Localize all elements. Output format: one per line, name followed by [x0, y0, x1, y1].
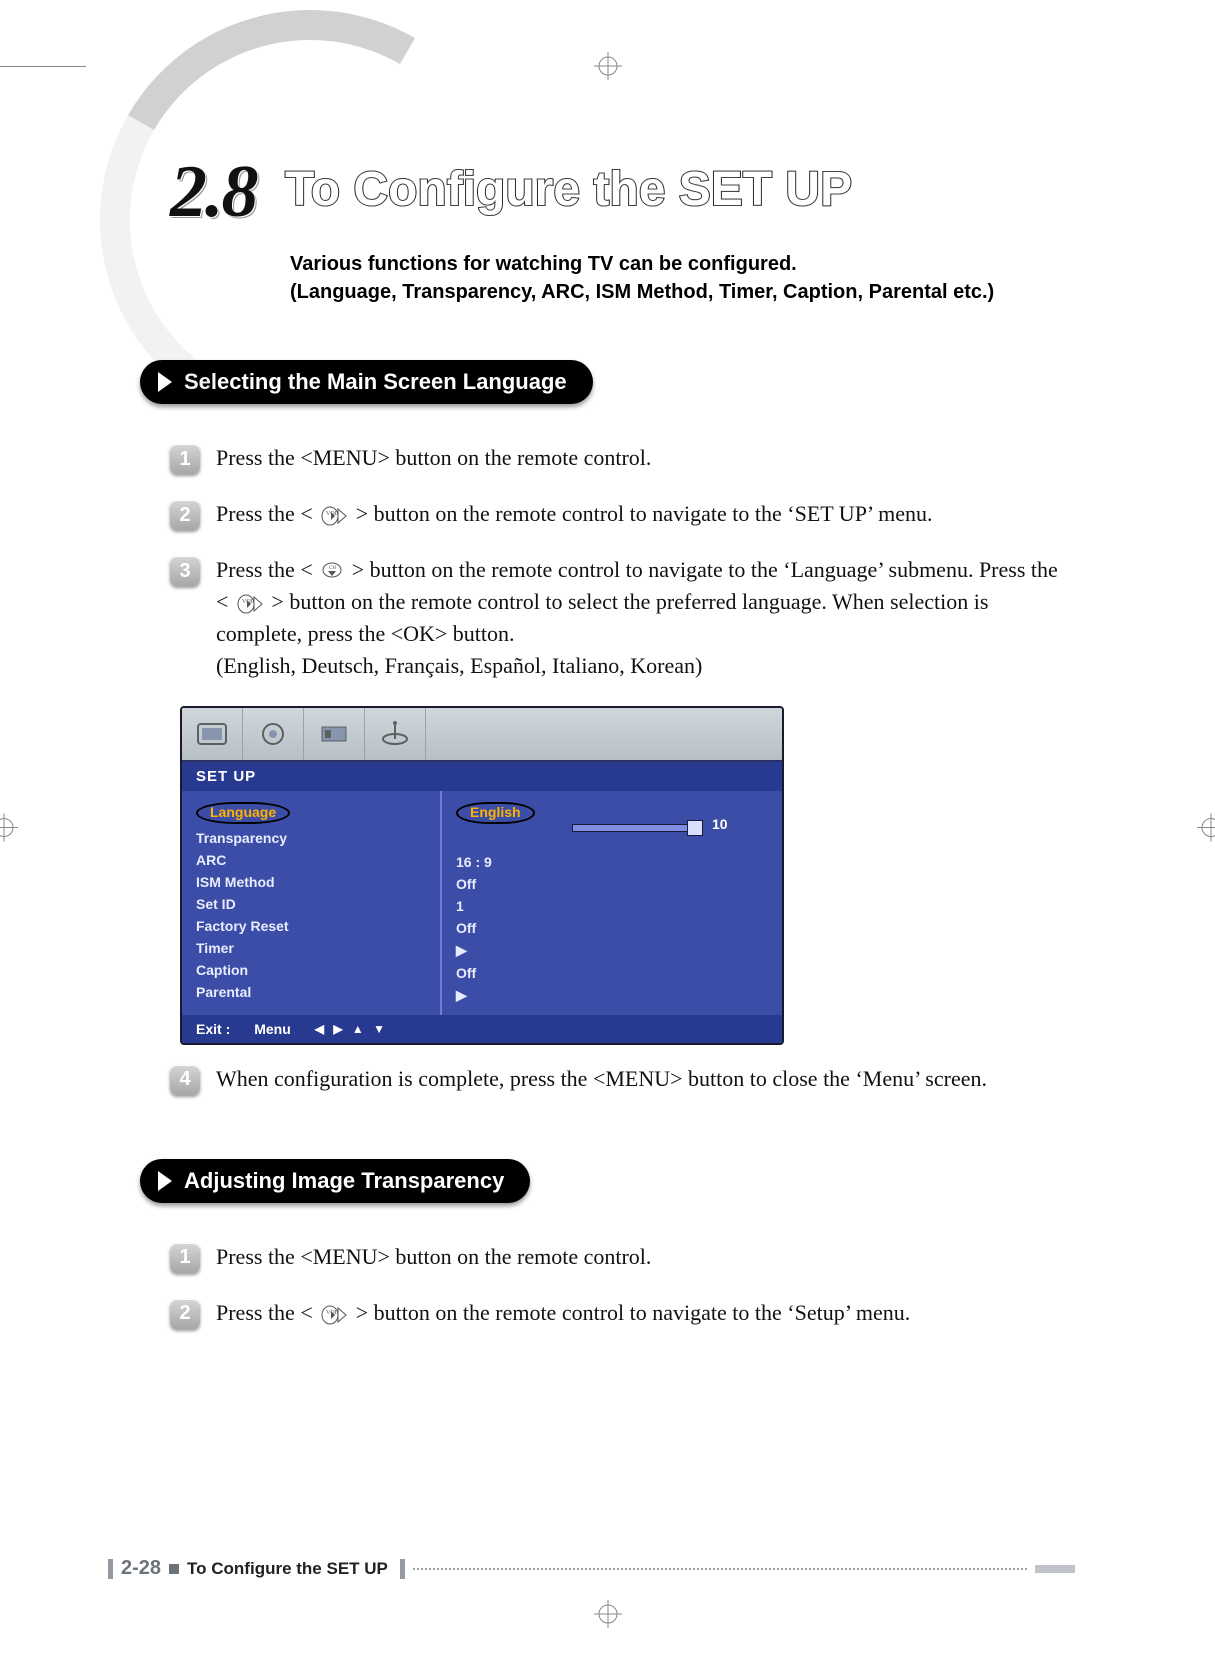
- step-badge: 4: [170, 1065, 200, 1095]
- osd-value-factory-reset: Off: [456, 917, 768, 939]
- osd-screenshot: SET UP Language Transparency ARC ISM Met…: [180, 706, 1075, 1045]
- osd-menu-label: Menu: [254, 1021, 291, 1037]
- step-badge: 1: [170, 444, 200, 474]
- section-intro: Various functions for watching TV can be…: [290, 250, 994, 306]
- footer-end-block: [1035, 1565, 1075, 1573]
- osd-value-arc: 16 : 9: [456, 851, 768, 873]
- crop-target-top: [594, 52, 622, 85]
- triangle-right-icon: [158, 1171, 172, 1191]
- osd-value-timer: ▶: [456, 939, 768, 962]
- section-title: To Configure the SET UP: [285, 162, 852, 217]
- step-text: Press the < VOL > button on the remote c…: [216, 1297, 1075, 1329]
- step-4: 4 When configuration is complete, press …: [170, 1063, 1075, 1095]
- osd-item-setid: Set ID: [196, 893, 426, 915]
- osd-tab-picture-icon: [182, 708, 243, 760]
- osd-item-arc: ARC: [196, 849, 426, 871]
- step-badge: 2: [170, 1299, 200, 1329]
- step-text: Press the <MENU> button on the remote co…: [216, 1241, 1075, 1273]
- step-2: 2 Press the < VOL > button on the remote…: [170, 498, 1075, 530]
- step-b1: 1 Press the <MENU> button on the remote …: [170, 1241, 1075, 1273]
- step-text: Press the < CH > button on the remote co…: [216, 554, 1075, 682]
- osd-item-language: Language: [196, 802, 290, 824]
- subhead-adjusting-transparency: Adjusting Image Transparency: [140, 1159, 530, 1203]
- intro-line-1: Various functions for watching TV can be…: [290, 250, 994, 278]
- step-text: Press the <MENU> button on the remote co…: [216, 442, 1075, 474]
- osd-title: SET UP: [182, 762, 782, 791]
- osd-menu-labels: Language Transparency ARC ISM Method Set…: [182, 791, 440, 1015]
- step-1: 1 Press the <MENU> button on the remote …: [170, 442, 1075, 474]
- footer-label: To Configure the SET UP: [187, 1559, 388, 1579]
- osd-tab-setup-icon: [304, 708, 365, 760]
- page-number: 2-28: [121, 1557, 161, 1580]
- crop-rule-left: [0, 66, 86, 67]
- osd-item-factory-reset: Factory Reset: [196, 915, 426, 937]
- osd-value-language: English: [456, 802, 535, 824]
- osd-value-parental: ▶: [456, 984, 768, 1007]
- osd-exit-label: Exit :: [196, 1021, 230, 1037]
- svg-text:CH: CH: [329, 566, 336, 571]
- step-3: 3 Press the < CH > button on the remote …: [170, 554, 1075, 682]
- crop-target-right: [1197, 814, 1215, 847]
- osd-value-transparency: 10: [712, 816, 728, 832]
- footer-dotted-rule: [413, 1567, 1027, 1570]
- step-text: Press the < VOL > button on the remote c…: [216, 498, 1075, 530]
- osd-item-caption: Caption: [196, 959, 426, 981]
- osd-value-transparency-row: 10: [456, 827, 768, 851]
- step-badge: 2: [170, 500, 200, 530]
- step-badge: 3: [170, 556, 200, 586]
- osd-item-parental: Parental: [196, 981, 426, 1003]
- osd-tab-channel-icon: [365, 708, 426, 760]
- osd-menu-values: English 10 16 : 9 Off 1 Off ▶ Off ▶: [440, 791, 782, 1015]
- osd-value-ism: Off: [456, 873, 768, 895]
- section-number: 2.8: [170, 150, 257, 235]
- osd-slider: [572, 824, 694, 832]
- footer-bar-icon: [108, 1559, 113, 1579]
- step-b2: 2 Press the < VOL > button on the remote…: [170, 1297, 1075, 1329]
- ch-down-icon: CH: [321, 562, 343, 582]
- osd-slider-knob: [687, 820, 703, 836]
- step-badge: 1: [170, 1243, 200, 1273]
- subhead-text: Adjusting Image Transparency: [184, 1168, 504, 1194]
- section-header: 2.8 To Configure the SET UP Various func…: [140, 100, 1075, 320]
- intro-line-2: (Language, Transparency, ARC, ISM Method…: [290, 278, 994, 306]
- footer-bar-icon: [400, 1559, 405, 1579]
- osd-tab-sound-icon: [243, 708, 304, 760]
- osd-item-transparency: Transparency: [196, 827, 426, 849]
- crop-target-bottom: [594, 1600, 622, 1633]
- osd-tabs: [182, 708, 782, 762]
- page-footer: 2-28 To Configure the SET UP: [108, 1557, 1075, 1580]
- osd-nav-arrows: ◀ ▶ ▲ ▼: [315, 1022, 388, 1036]
- crop-target-left: [0, 814, 18, 847]
- vol-right-icon: VOL: [237, 594, 263, 614]
- osd-item-ism: ISM Method: [196, 871, 426, 893]
- osd-value-setid: 1: [456, 895, 768, 917]
- vol-right-icon: VOL: [321, 506, 347, 526]
- osd-value-caption: Off: [456, 962, 768, 984]
- osd-footer: Exit : Menu ◀ ▶ ▲ ▼: [182, 1015, 782, 1043]
- footer-square-icon: [169, 1564, 179, 1574]
- osd-item-timer: Timer: [196, 937, 426, 959]
- step-text: When configuration is complete, press th…: [216, 1063, 1075, 1095]
- vol-right-icon: VOL: [321, 1305, 347, 1325]
